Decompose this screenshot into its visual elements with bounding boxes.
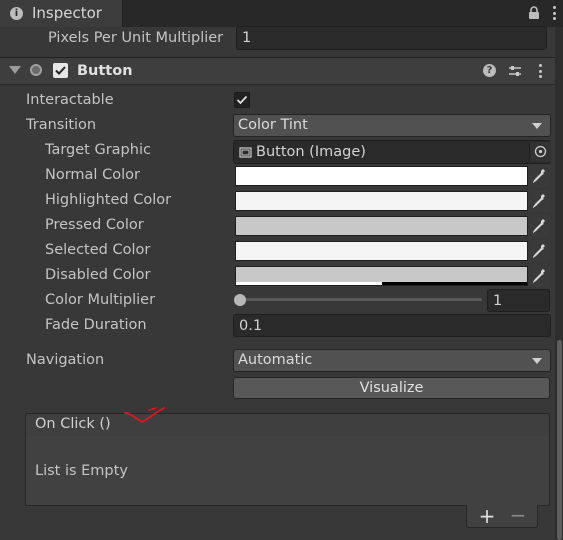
target-icon bbox=[534, 145, 547, 158]
info-icon: i bbox=[10, 7, 23, 20]
chevron-down-icon bbox=[532, 358, 542, 364]
object-picker-button[interactable] bbox=[529, 142, 551, 162]
eyedropper-button[interactable] bbox=[529, 190, 549, 212]
color-multiplier-field[interactable]: 1 bbox=[487, 289, 550, 312]
help-icon[interactable]: ? bbox=[483, 64, 496, 77]
target-graphic-field[interactable]: Button (Image) bbox=[233, 140, 551, 164]
navigation-dropdown[interactable]: Automatic bbox=[233, 349, 551, 372]
disabled-color-swatch[interactable] bbox=[235, 266, 528, 286]
eyedropper-button[interactable] bbox=[529, 215, 549, 237]
normal-color-swatch[interactable] bbox=[235, 166, 528, 186]
interactable-checkbox[interactable] bbox=[234, 92, 250, 108]
pressed-color-label: Pressed Color bbox=[45, 217, 144, 233]
fade-duration-label: Fade Duration bbox=[45, 317, 147, 333]
pixels-per-unit-field[interactable]: 1 bbox=[236, 26, 547, 50]
add-listener-button[interactable]: + bbox=[477, 505, 497, 527]
selected-color-swatch[interactable] bbox=[235, 241, 528, 261]
eyedropper-icon bbox=[533, 169, 545, 183]
checkmark-icon bbox=[236, 95, 248, 105]
navigation-label: Navigation bbox=[26, 352, 105, 368]
component-enabled-checkbox[interactable] bbox=[53, 63, 68, 78]
checkmark-icon bbox=[55, 66, 66, 75]
color-multiplier-label: Color Multiplier bbox=[45, 292, 156, 308]
selected-color-label: Selected Color bbox=[45, 242, 151, 258]
interactable-label: Interactable bbox=[26, 92, 114, 108]
more-menu-icon[interactable] bbox=[549, 6, 559, 20]
pixels-per-unit-label: Pixels Per Unit Multiplier bbox=[48, 30, 224, 46]
image-icon bbox=[239, 147, 252, 158]
eyedropper-icon bbox=[533, 244, 545, 258]
pressed-color-swatch[interactable] bbox=[235, 216, 528, 236]
tab-title: Inspector bbox=[32, 4, 102, 22]
normal-color-label: Normal Color bbox=[45, 167, 140, 183]
remove-listener-button[interactable]: − bbox=[508, 505, 528, 527]
presets-icon[interactable] bbox=[508, 64, 522, 78]
scrollbar-thumb[interactable] bbox=[557, 340, 562, 540]
visualize-button[interactable]: Visualize bbox=[233, 377, 550, 399]
target-graphic-label: Target Graphic bbox=[45, 142, 151, 158]
eyedropper-button[interactable] bbox=[529, 165, 549, 187]
target-graphic-value: Button (Image) bbox=[256, 144, 366, 160]
transition-value: Color Tint bbox=[238, 117, 308, 133]
foldout-arrow-icon[interactable] bbox=[9, 66, 21, 74]
chevron-down-icon bbox=[532, 123, 542, 129]
highlighted-color-swatch[interactable] bbox=[235, 191, 528, 211]
transition-label: Transition bbox=[26, 117, 97, 133]
slider-thumb[interactable] bbox=[234, 294, 246, 306]
eyedropper-icon bbox=[533, 194, 545, 208]
highlighted-color-label: Highlighted Color bbox=[45, 192, 172, 208]
eyedropper-icon bbox=[533, 219, 545, 233]
navigation-value: Automatic bbox=[238, 352, 313, 368]
eyedropper-button[interactable] bbox=[529, 265, 549, 287]
component-title: Button bbox=[77, 63, 133, 79]
button-component-icon bbox=[30, 64, 42, 76]
eyedropper-icon bbox=[533, 269, 545, 283]
alpha-bar-fill bbox=[236, 282, 382, 285]
fade-duration-field[interactable]: 0.1 bbox=[233, 314, 551, 337]
color-multiplier-slider[interactable] bbox=[240, 298, 482, 301]
eyedropper-button[interactable] bbox=[529, 240, 549, 262]
on-click-title: On Click () bbox=[35, 416, 111, 432]
lock-icon[interactable] bbox=[528, 6, 540, 20]
component-menu-icon[interactable] bbox=[536, 64, 544, 78]
disabled-color-label: Disabled Color bbox=[45, 267, 151, 283]
transition-dropdown[interactable]: Color Tint bbox=[233, 114, 551, 137]
handwritten-check-mark bbox=[124, 407, 165, 424]
list-empty-text: List is Empty bbox=[35, 463, 128, 479]
